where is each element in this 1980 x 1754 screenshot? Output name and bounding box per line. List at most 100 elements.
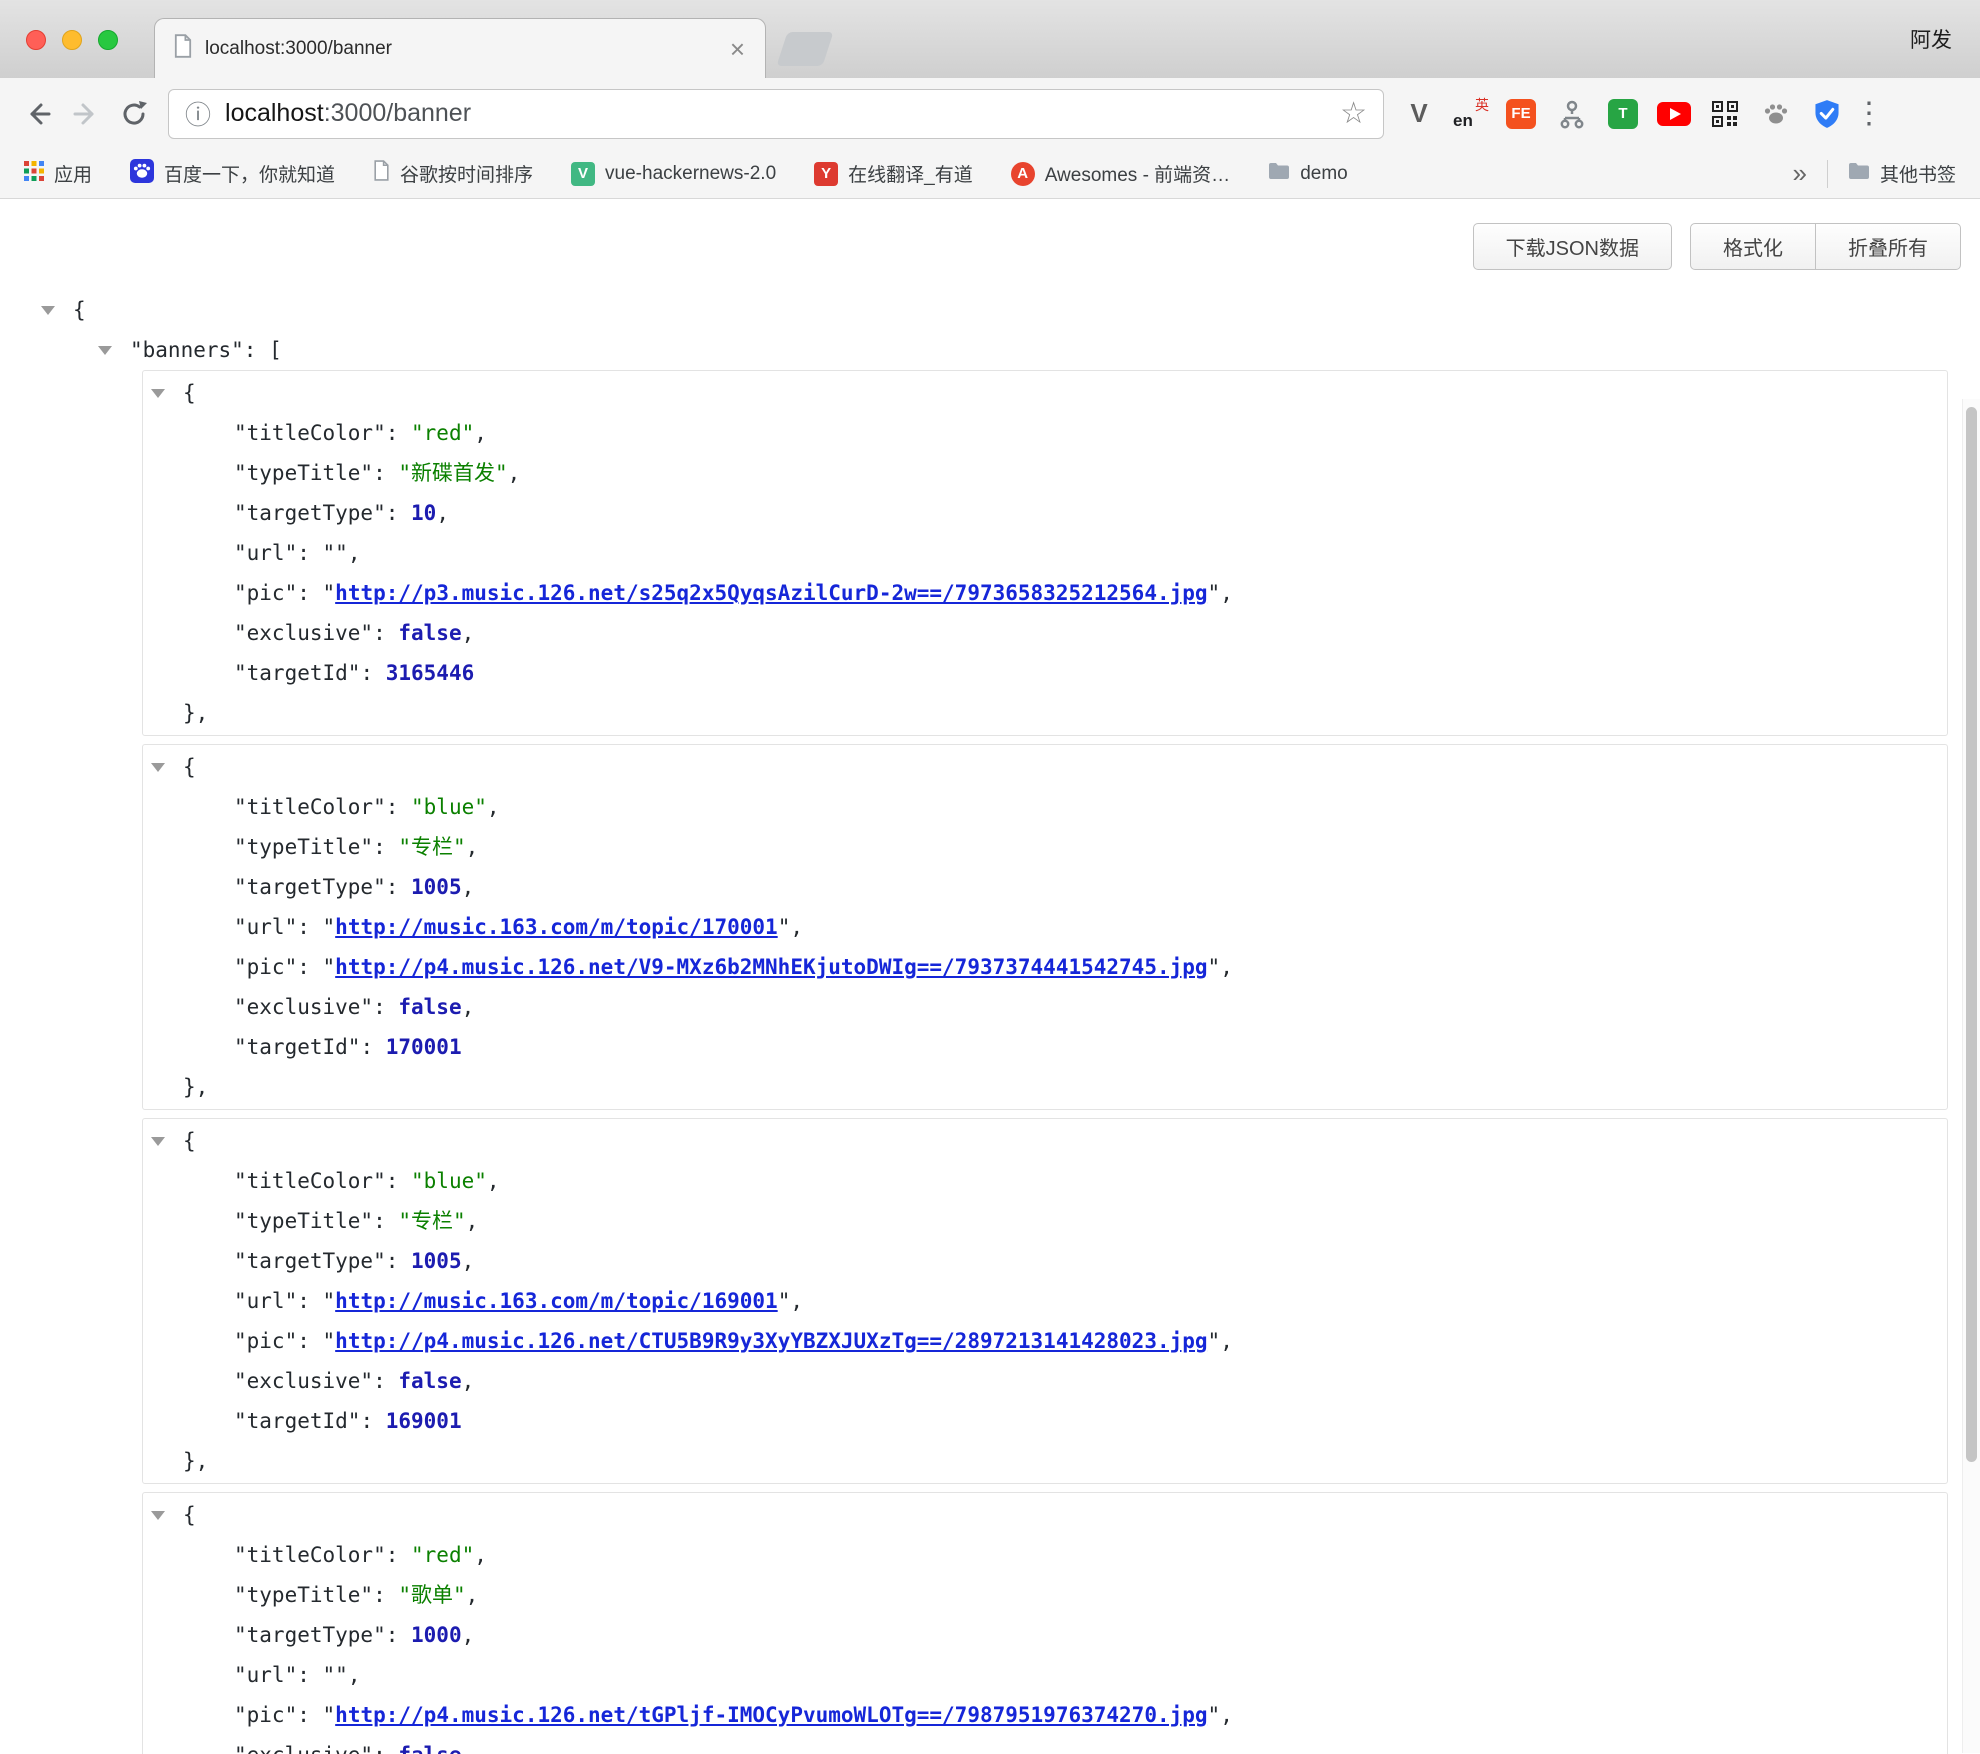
json-token: "exclusive" <box>234 995 373 1019</box>
json-line: { <box>143 1495 1947 1535</box>
json-token: false <box>398 621 461 645</box>
forward-button[interactable] <box>62 90 110 138</box>
json-token: 10 <box>411 501 436 525</box>
collapse-all-button[interactable]: 折叠所有 <box>1815 223 1961 270</box>
json-line: "targetId": 169001 <box>143 1401 1947 1441</box>
tab-title: localhost:3000/banner <box>205 38 728 60</box>
json-token: 1005 <box>411 875 462 899</box>
paw-extension-icon[interactable] <box>1757 95 1795 133</box>
bookmark-awesomes[interactable]: A Awesomes - 前端资… <box>1011 160 1230 187</box>
bookmark-baidu[interactable]: 百度一下，你就知道 <box>130 159 335 189</box>
json-token: , <box>462 621 475 645</box>
viewer-actions: 下载JSON数据 格式化 折叠所有 <box>0 199 1980 270</box>
bookmark-demo-folder[interactable]: demo <box>1268 162 1348 186</box>
other-bookmarks-folder[interactable]: 其他书签 <box>1848 160 1956 187</box>
bookmark-label: demo <box>1300 163 1348 185</box>
json-token: "targetType" <box>234 1623 386 1647</box>
bookmark-apps[interactable]: 应用 <box>24 160 92 187</box>
download-json-button[interactable]: 下载JSON数据 <box>1473 223 1672 270</box>
blue-shield-extension-icon[interactable] <box>1808 95 1846 133</box>
org-chart-extension-icon[interactable] <box>1553 95 1591 133</box>
json-token: , <box>1220 1703 1233 1727</box>
json-token: : <box>386 501 411 525</box>
close-window-button[interactable] <box>26 30 46 50</box>
json-token: : <box>373 1369 398 1393</box>
json-token: "exclusive" <box>234 621 373 645</box>
bookmark-label: 其他书签 <box>1880 160 1956 187</box>
address-bar[interactable]: ⓘ localhost:3000/banner ☆ <box>168 89 1384 139</box>
json-token: "pic" <box>234 1329 297 1353</box>
vimium-extension-icon[interactable]: V <box>1400 95 1438 133</box>
green-shield-extension-icon[interactable]: T <box>1604 95 1642 133</box>
json-token: { <box>183 1503 196 1527</box>
url-host: localhost <box>225 99 324 127</box>
json-url-link[interactable]: http://p3.music.126.net/s25q2x5QyqsAzilC… <box>335 581 1207 605</box>
json-url-link[interactable]: http://p4.music.126.net/tGPljf-IMOCyPvum… <box>335 1703 1207 1727</box>
scrollbar[interactable] <box>1962 399 1980 1753</box>
fe-extension-icon[interactable]: FE <box>1502 95 1540 133</box>
json-line: "exclusive": false, <box>143 1361 1947 1401</box>
json-token: "typeTitle" <box>234 1583 373 1607</box>
scrollbar-thumb[interactable] <box>1966 407 1977 1462</box>
page-info-icon[interactable]: ⓘ <box>185 95 211 132</box>
browser-menu-icon[interactable]: ⋮ <box>1854 96 1882 131</box>
json-token: { <box>73 298 86 322</box>
json-token: { <box>183 1129 196 1153</box>
json-token: " <box>778 1289 791 1313</box>
collapse-toggle-icon[interactable] <box>151 1137 165 1146</box>
youtube-extension-icon[interactable] <box>1655 95 1693 133</box>
json-token: "url" <box>234 541 297 565</box>
json-url-link[interactable]: http://p4.music.126.net/CTU5B9R9y3XyYBZX… <box>335 1329 1207 1353</box>
json-token: "exclusive" <box>234 1369 373 1393</box>
format-button[interactable]: 格式化 <box>1690 223 1816 270</box>
json-url-link[interactable]: http://p4.music.126.net/V9-MXz6b2MNhEKju… <box>335 955 1207 979</box>
json-object-box: {"titleColor": "blue","typeTitle": "专栏",… <box>142 1118 1948 1484</box>
json-token: "targetType" <box>234 875 386 899</box>
json-line: "banners": [ <box>0 330 1980 370</box>
json-token: { <box>183 755 196 779</box>
collapse-toggle-icon[interactable] <box>151 763 165 772</box>
minimize-window-button[interactable] <box>62 30 82 50</box>
json-token: : [ <box>244 338 282 362</box>
json-line: "targetType": 10, <box>143 493 1947 533</box>
bookmark-star-icon[interactable]: ☆ <box>1340 96 1367 131</box>
awesomes-icon: A <box>1011 162 1035 186</box>
json-object-box: {"titleColor": "red","typeTitle": "新碟首发"… <box>142 370 1948 736</box>
traffic-lights <box>26 30 118 50</box>
json-url-link[interactable]: http://music.163.com/m/topic/170001 <box>335 915 778 939</box>
zoom-window-button[interactable] <box>98 30 118 50</box>
profile-name[interactable]: 阿发 <box>1910 24 1952 54</box>
json-url-link[interactable]: http://music.163.com/m/topic/169001 <box>335 1289 778 1313</box>
browser-tab[interactable]: localhost:3000/banner × <box>154 18 766 78</box>
json-token: 1005 <box>411 1249 462 1273</box>
json-token: "titleColor" <box>234 1543 386 1567</box>
extensions-row: V en 英 FE T <box>1400 95 1846 133</box>
json-token: : <box>386 1623 411 1647</box>
new-tab-button[interactable] <box>776 32 833 66</box>
translate-extension-icon[interactable]: en 英 <box>1451 95 1489 133</box>
qr-code-extension-icon[interactable] <box>1706 95 1744 133</box>
collapse-toggle-icon[interactable] <box>151 389 165 398</box>
bookmark-youdao-translate[interactable]: Y 在线翻译_有道 <box>814 160 973 187</box>
window-titlebar: localhost:3000/banner × 阿发 <box>0 0 1980 78</box>
json-token: "pic" <box>234 955 297 979</box>
bookmark-vue-hackernews[interactable]: V vue-hackernews-2.0 <box>571 162 776 186</box>
json-token: , <box>474 421 487 445</box>
bookmarks-overflow-icon[interactable]: » <box>1793 158 1807 189</box>
json-token: : <box>373 1209 398 1233</box>
collapse-toggle-icon[interactable] <box>41 306 55 315</box>
vue-icon: V <box>571 162 595 186</box>
bookmark-label: 在线翻译_有道 <box>848 160 973 187</box>
collapse-toggle-icon[interactable] <box>151 1511 165 1520</box>
bookmark-google-sort[interactable]: 谷歌按时间排序 <box>373 160 533 187</box>
collapse-toggle-icon[interactable] <box>98 346 112 355</box>
json-token: : <box>373 621 398 645</box>
reload-button[interactable] <box>110 90 158 138</box>
json-line: "pic": "http://p4.music.126.net/tGPljf-I… <box>143 1695 1947 1735</box>
json-token: "titleColor" <box>234 795 386 819</box>
tab-close-icon[interactable]: × <box>728 36 747 62</box>
url-path: :3000/banner <box>324 99 471 127</box>
json-token: : <box>386 795 411 819</box>
back-button[interactable] <box>14 90 62 138</box>
json-token: " <box>1208 955 1221 979</box>
